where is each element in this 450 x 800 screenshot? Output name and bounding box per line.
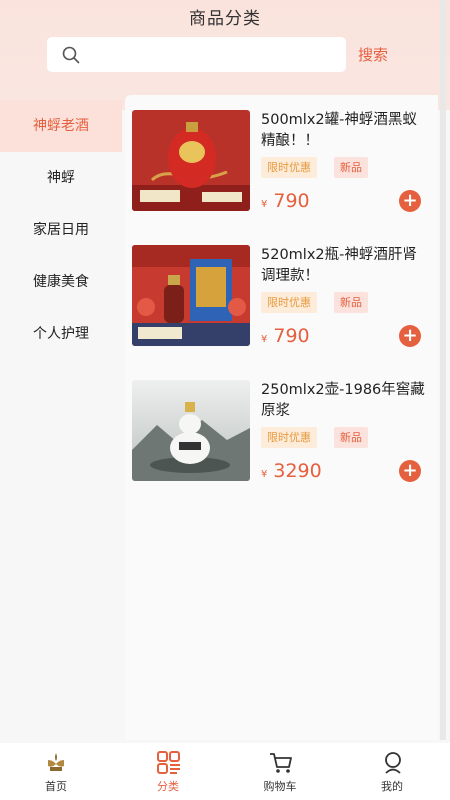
search-input[interactable] [47,37,346,72]
sidebar-item-health-food[interactable]: 健康美食 [0,256,122,308]
page-title: 商品分类 [189,9,261,29]
search-icon [62,46,80,64]
tab-category-label: 分类 [157,780,179,793]
currency-symbol: ¥ [261,199,268,210]
tab-profile[interactable]: 我的 [336,743,448,800]
tab-home[interactable]: 首页 [0,743,112,800]
product-list: 500mlx2罐-神蜉酒黑蚁精酿！！ 限时优惠 新品 ¥790 + 520mlx… [125,95,438,740]
category-sidebar: 神蜉老酒 神蜉 家居日用 健康美食 个人护理 [0,100,125,740]
search-button[interactable]: 搜索 [358,44,388,65]
user-icon [385,752,401,774]
new-badge: 新品 [334,157,368,178]
price-value: 790 [273,190,310,212]
product-title: 520mlx2瓶-神蜉酒肝肾调理款！ [261,247,417,284]
scrollbar-track[interactable] [440,0,446,740]
new-badge: 新品 [334,427,368,448]
bottom-tab-bar: 首页 分类 购物车 我的 [0,743,450,800]
price-value: 790 [273,325,310,347]
product-title: 500mlx2罐-神蜉酒黑蚁精酿！！ [261,112,417,149]
product-image[interactable] [132,110,250,211]
add-to-cart-button[interactable]: + [399,325,421,347]
cart-icon [270,753,292,773]
limited-offer-badge: 限时优惠 [261,292,317,313]
product-card[interactable]: 250mlx2壶-1986年窖藏原浆 限时优惠 新品 ¥3290 + [132,380,432,482]
currency-symbol: ¥ [261,469,268,480]
add-to-cart-button[interactable]: + [399,460,421,482]
sidebar-item-home-goods[interactable]: 家居日用 [0,204,122,256]
product-price: ¥790 [261,325,310,347]
sidebar-item-personal-care[interactable]: 个人护理 [0,308,122,360]
product-price: ¥790 [261,190,310,212]
sidebar-item-shenfu[interactable]: 神蜉 [0,152,122,204]
home-logo-icon [48,753,64,771]
header: 商品分类 搜索 [0,0,450,110]
add-to-cart-button[interactable]: + [399,190,421,212]
product-title: 250mlx2壶-1986年窖藏原浆 [261,382,425,419]
new-badge: 新品 [334,292,368,313]
tab-category[interactable]: 分类 [112,743,224,800]
tab-home-label: 首页 [45,780,67,793]
product-image[interactable] [132,380,250,481]
currency-symbol: ¥ [261,334,268,345]
price-value: 3290 [273,460,322,482]
category-icon [157,751,180,774]
product-price: ¥3290 [261,460,322,482]
product-card[interactable]: 520mlx2瓶-神蜉酒肝肾调理款！ 限时优惠 新品 ¥790 + [132,245,432,347]
product-image[interactable] [132,245,250,346]
tab-profile-label: 我的 [381,780,403,793]
tab-cart-label: 购物车 [263,780,297,793]
limited-offer-badge: 限时优惠 [261,427,317,448]
product-card[interactable]: 500mlx2罐-神蜉酒黑蚁精酿！！ 限时优惠 新品 ¥790 + [132,110,432,212]
tab-cart[interactable]: 购物车 [224,743,336,800]
sidebar-item-laojiu[interactable]: 神蜉老酒 [0,100,122,152]
limited-offer-badge: 限时优惠 [261,157,317,178]
